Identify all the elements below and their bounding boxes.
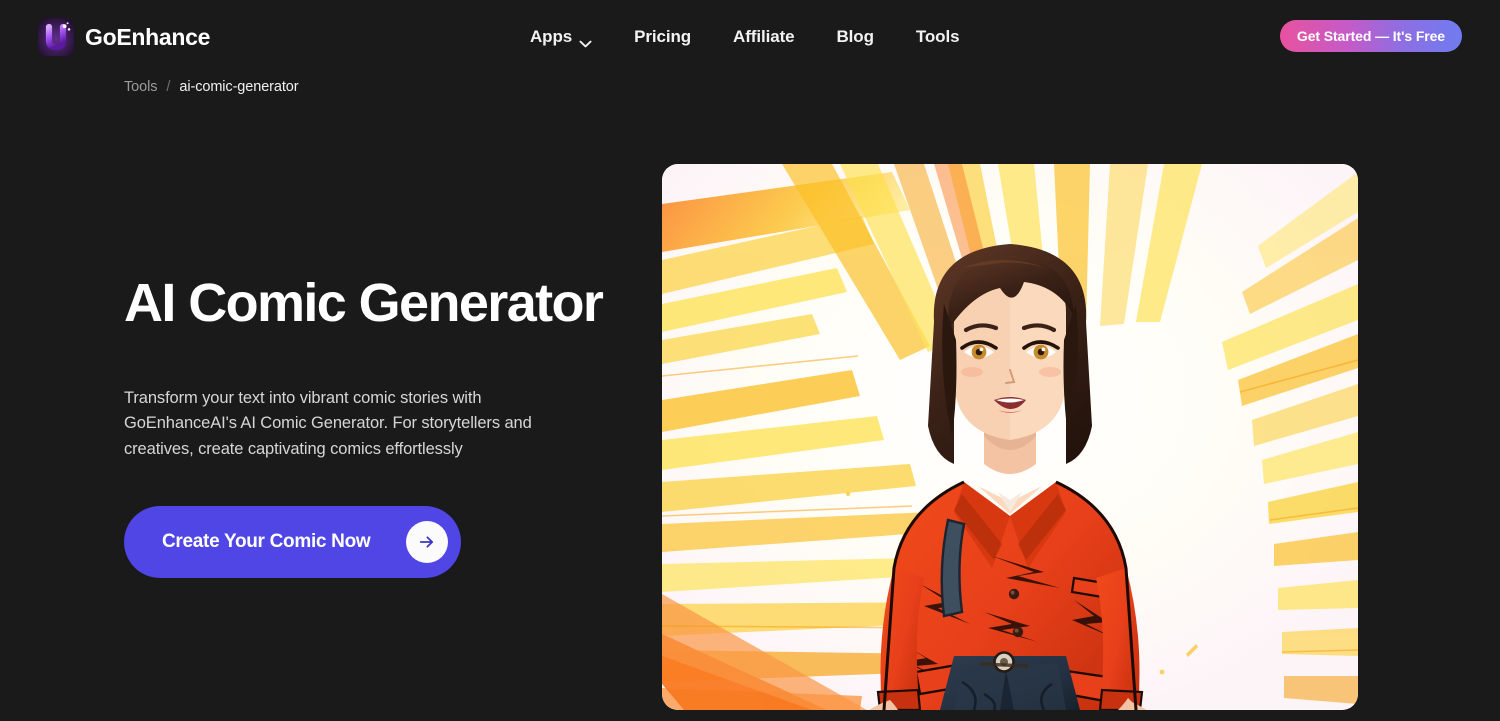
breadcrumb: Tools / ai-comic-generator (124, 79, 299, 95)
nav-item-pricing-label: Pricing (634, 27, 692, 46)
hero-description: Transform your text into vibrant comic s… (124, 389, 532, 458)
goenhance-u-logo-icon (38, 18, 74, 56)
main-navigation: Apps Pricing Affiliate Blog Tools (530, 0, 980, 74)
get-started-button[interactable]: Get Started — It's Free (1279, 20, 1462, 52)
nav-item-apps[interactable]: Apps (530, 27, 613, 48)
nav-item-tools-label: Tools (915, 27, 960, 46)
breadcrumb-separator: / (166, 79, 171, 95)
brand-name: GoEnhance (85, 23, 211, 50)
brand-logo-link[interactable]: GoEnhance (38, 17, 210, 57)
nav-item-apps-label: Apps (530, 27, 573, 46)
breadcrumb-current-page: ai-comic-generator (179, 79, 299, 95)
hero-text-column: AI Comic Generator Transform your text i… (124, 273, 624, 578)
nav-item-blog-label: Blog (836, 27, 874, 46)
create-comic-button-label: Create Your Comic Now (162, 530, 371, 552)
page-root: GoEnhance Apps Pricing Affiliate Blog To… (0, 0, 1500, 721)
create-your-comic-now-button[interactable]: Create Your Comic Now (124, 505, 461, 578)
arrow-right-icon (406, 520, 448, 563)
chevron-down-icon (579, 33, 592, 48)
page-title: AI Comic Generator (124, 273, 604, 333)
nav-item-blog[interactable]: Blog (816, 27, 895, 47)
hero-illustration (662, 164, 1358, 710)
breadcrumb-link-tools[interactable]: Tools (124, 79, 157, 95)
nav-item-affiliate[interactable]: Affiliate (712, 27, 815, 47)
nav-item-tools[interactable]: Tools (895, 27, 981, 47)
nav-item-pricing[interactable]: Pricing (613, 27, 712, 47)
site-header: GoEnhance Apps Pricing Affiliate Blog To… (0, 0, 1500, 74)
nav-item-affiliate-label: Affiliate (733, 27, 795, 46)
